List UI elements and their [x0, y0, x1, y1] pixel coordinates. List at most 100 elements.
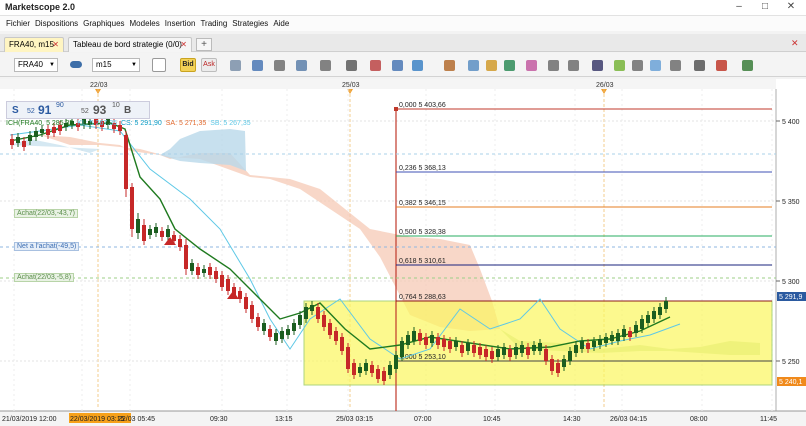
- app-window: Marketscope 2.0 – □ ✕ Fichier Dispositio…: [0, 0, 806, 426]
- indicator-icon[interactable]: [412, 60, 423, 71]
- pitchfork-icon[interactable]: [548, 60, 559, 71]
- pencil-icon[interactable]: [486, 60, 497, 71]
- candle-body: [466, 343, 470, 351]
- menu-modeles[interactable]: Modeles: [128, 16, 163, 31]
- candle-body: [490, 351, 494, 359]
- shape-icon[interactable]: [670, 60, 681, 71]
- arrow-icon[interactable]: [370, 60, 381, 71]
- time-label: 13:15: [275, 416, 293, 423]
- candle-body: [508, 349, 512, 357]
- minimize-button[interactable]: –: [726, 0, 752, 15]
- symbol-select[interactable]: FRA40 ▼: [14, 58, 58, 72]
- candle-body: [172, 235, 176, 241]
- candle-body: [394, 355, 398, 369]
- menu-trading[interactable]: Trading: [198, 16, 230, 31]
- eraser-icon[interactable]: [716, 60, 727, 71]
- candle-body: [160, 231, 164, 237]
- position-label[interactable]: Net a l'achat(-49,5): [14, 242, 80, 251]
- menu-dispositions[interactable]: Dispositions: [33, 16, 81, 31]
- price-tick-label: 5 350: [782, 199, 800, 206]
- menu-strategies[interactable]: Strategies: [230, 16, 271, 31]
- menu-graphiques[interactable]: Graphiques: [81, 16, 127, 31]
- candle-body: [124, 135, 128, 189]
- candle-body: [442, 339, 446, 347]
- close-button[interactable]: ✕: [778, 0, 804, 15]
- buy-price[interactable]: 93: [93, 103, 106, 117]
- close-window-icon[interactable]: ✕: [791, 38, 799, 49]
- tab-fra40-m15[interactable]: FRA40, m15 ✕: [4, 37, 64, 52]
- color-icon[interactable]: [526, 60, 537, 71]
- position-label[interactable]: Achat(22/03,-5,8): [14, 273, 75, 282]
- toolbar: FRA40 ▼ m15 ▼ Bid Ask: [0, 53, 806, 77]
- position-label[interactable]: Achat(22/03,-43,7): [14, 209, 78, 218]
- candle-body: [202, 269, 206, 273]
- candle-type-icon[interactable]: [230, 60, 241, 71]
- sell-price[interactable]: 91: [38, 103, 51, 117]
- arrow-up-icon[interactable]: [614, 60, 625, 71]
- refresh-icon[interactable]: [468, 60, 479, 71]
- candle-body: [208, 267, 212, 275]
- menu-insertion[interactable]: Insertion: [163, 16, 199, 31]
- candle-body: [250, 305, 254, 319]
- channel-icon[interactable]: [568, 60, 579, 71]
- buy-fraction: 10: [112, 102, 120, 109]
- chart-canvas[interactable]: 22/03 25/03 26/03 5 400 5 350 5 300 5 250 5 291…: [0, 79, 806, 426]
- price-widget[interactable]: S 52 91 90 52 93 10 B: [6, 101, 150, 119]
- menu-aide[interactable]: Aide: [271, 16, 292, 31]
- pen-line-icon[interactable]: [632, 60, 643, 71]
- candle-body: [214, 271, 218, 279]
- candle-body: [238, 291, 242, 299]
- menu-fichier[interactable]: Fichier: [4, 16, 33, 31]
- tree-icon[interactable]: [742, 60, 753, 71]
- candle-body: [412, 331, 416, 341]
- candle-body: [502, 347, 506, 355]
- ellipse-icon[interactable]: [650, 60, 661, 71]
- text-icon[interactable]: [346, 60, 357, 71]
- candle-body: [364, 363, 368, 371]
- crosshair-icon[interactable]: [274, 60, 285, 71]
- candle-body: [268, 329, 272, 337]
- sell-label[interactable]: S: [12, 105, 19, 116]
- chart-type-icon[interactable]: [70, 61, 82, 68]
- hide-icon[interactable]: [444, 60, 455, 71]
- candle-body: [574, 345, 578, 353]
- sell-prefix: 52: [27, 108, 35, 115]
- candle-body: [226, 279, 230, 291]
- maximize-button[interactable]: □: [752, 0, 778, 15]
- candle-body: [304, 307, 308, 319]
- candle-body: [220, 275, 224, 287]
- candle-body: [142, 225, 146, 241]
- close-tab-icon[interactable]: ✕: [52, 38, 59, 51]
- date-header: [0, 79, 776, 89]
- candle-body: [586, 343, 590, 349]
- close-tab-icon[interactable]: ✕: [180, 38, 187, 51]
- lines-icon[interactable]: [592, 60, 603, 71]
- buy-label[interactable]: B: [124, 105, 131, 116]
- timeframe-select[interactable]: m15 ▼: [92, 58, 140, 72]
- fibo-icon[interactable]: [694, 60, 705, 71]
- bid-toggle[interactable]: Bid: [180, 58, 196, 72]
- candle-body: [28, 135, 32, 141]
- candle-type-icon[interactable]: [152, 58, 166, 72]
- cursor-icon[interactable]: [252, 60, 263, 71]
- zoom-out-icon[interactable]: [320, 60, 331, 71]
- tab-strategy-dashboard[interactable]: Tableau de bord strategie (0/0) ✕: [68, 37, 192, 52]
- candle-body: [514, 347, 518, 355]
- zoom-in-icon[interactable]: [296, 60, 307, 71]
- candle-body: [388, 365, 392, 375]
- fibo-level-label: 0,382 5 346,15: [399, 200, 446, 207]
- candle-body: [622, 329, 626, 337]
- price-tick-label: 5 250: [782, 359, 800, 366]
- ask-toggle[interactable]: Ask: [201, 58, 217, 72]
- order-icon[interactable]: [392, 60, 403, 71]
- candle-body: [310, 305, 314, 311]
- time-label: 08:00: [690, 416, 708, 423]
- candle-body: [544, 349, 548, 361]
- title-bar: Marketscope 2.0 – □ ✕: [0, 0, 806, 16]
- candle-body: [292, 323, 296, 331]
- chart-area[interactable]: 22/03 25/03 26/03 5 400 5 350 5 300 5 250 5 291…: [0, 79, 806, 426]
- candle-body: [382, 371, 386, 381]
- picture-icon[interactable]: [504, 60, 515, 71]
- add-tab-button[interactable]: +: [196, 38, 212, 51]
- candle-body: [520, 345, 524, 353]
